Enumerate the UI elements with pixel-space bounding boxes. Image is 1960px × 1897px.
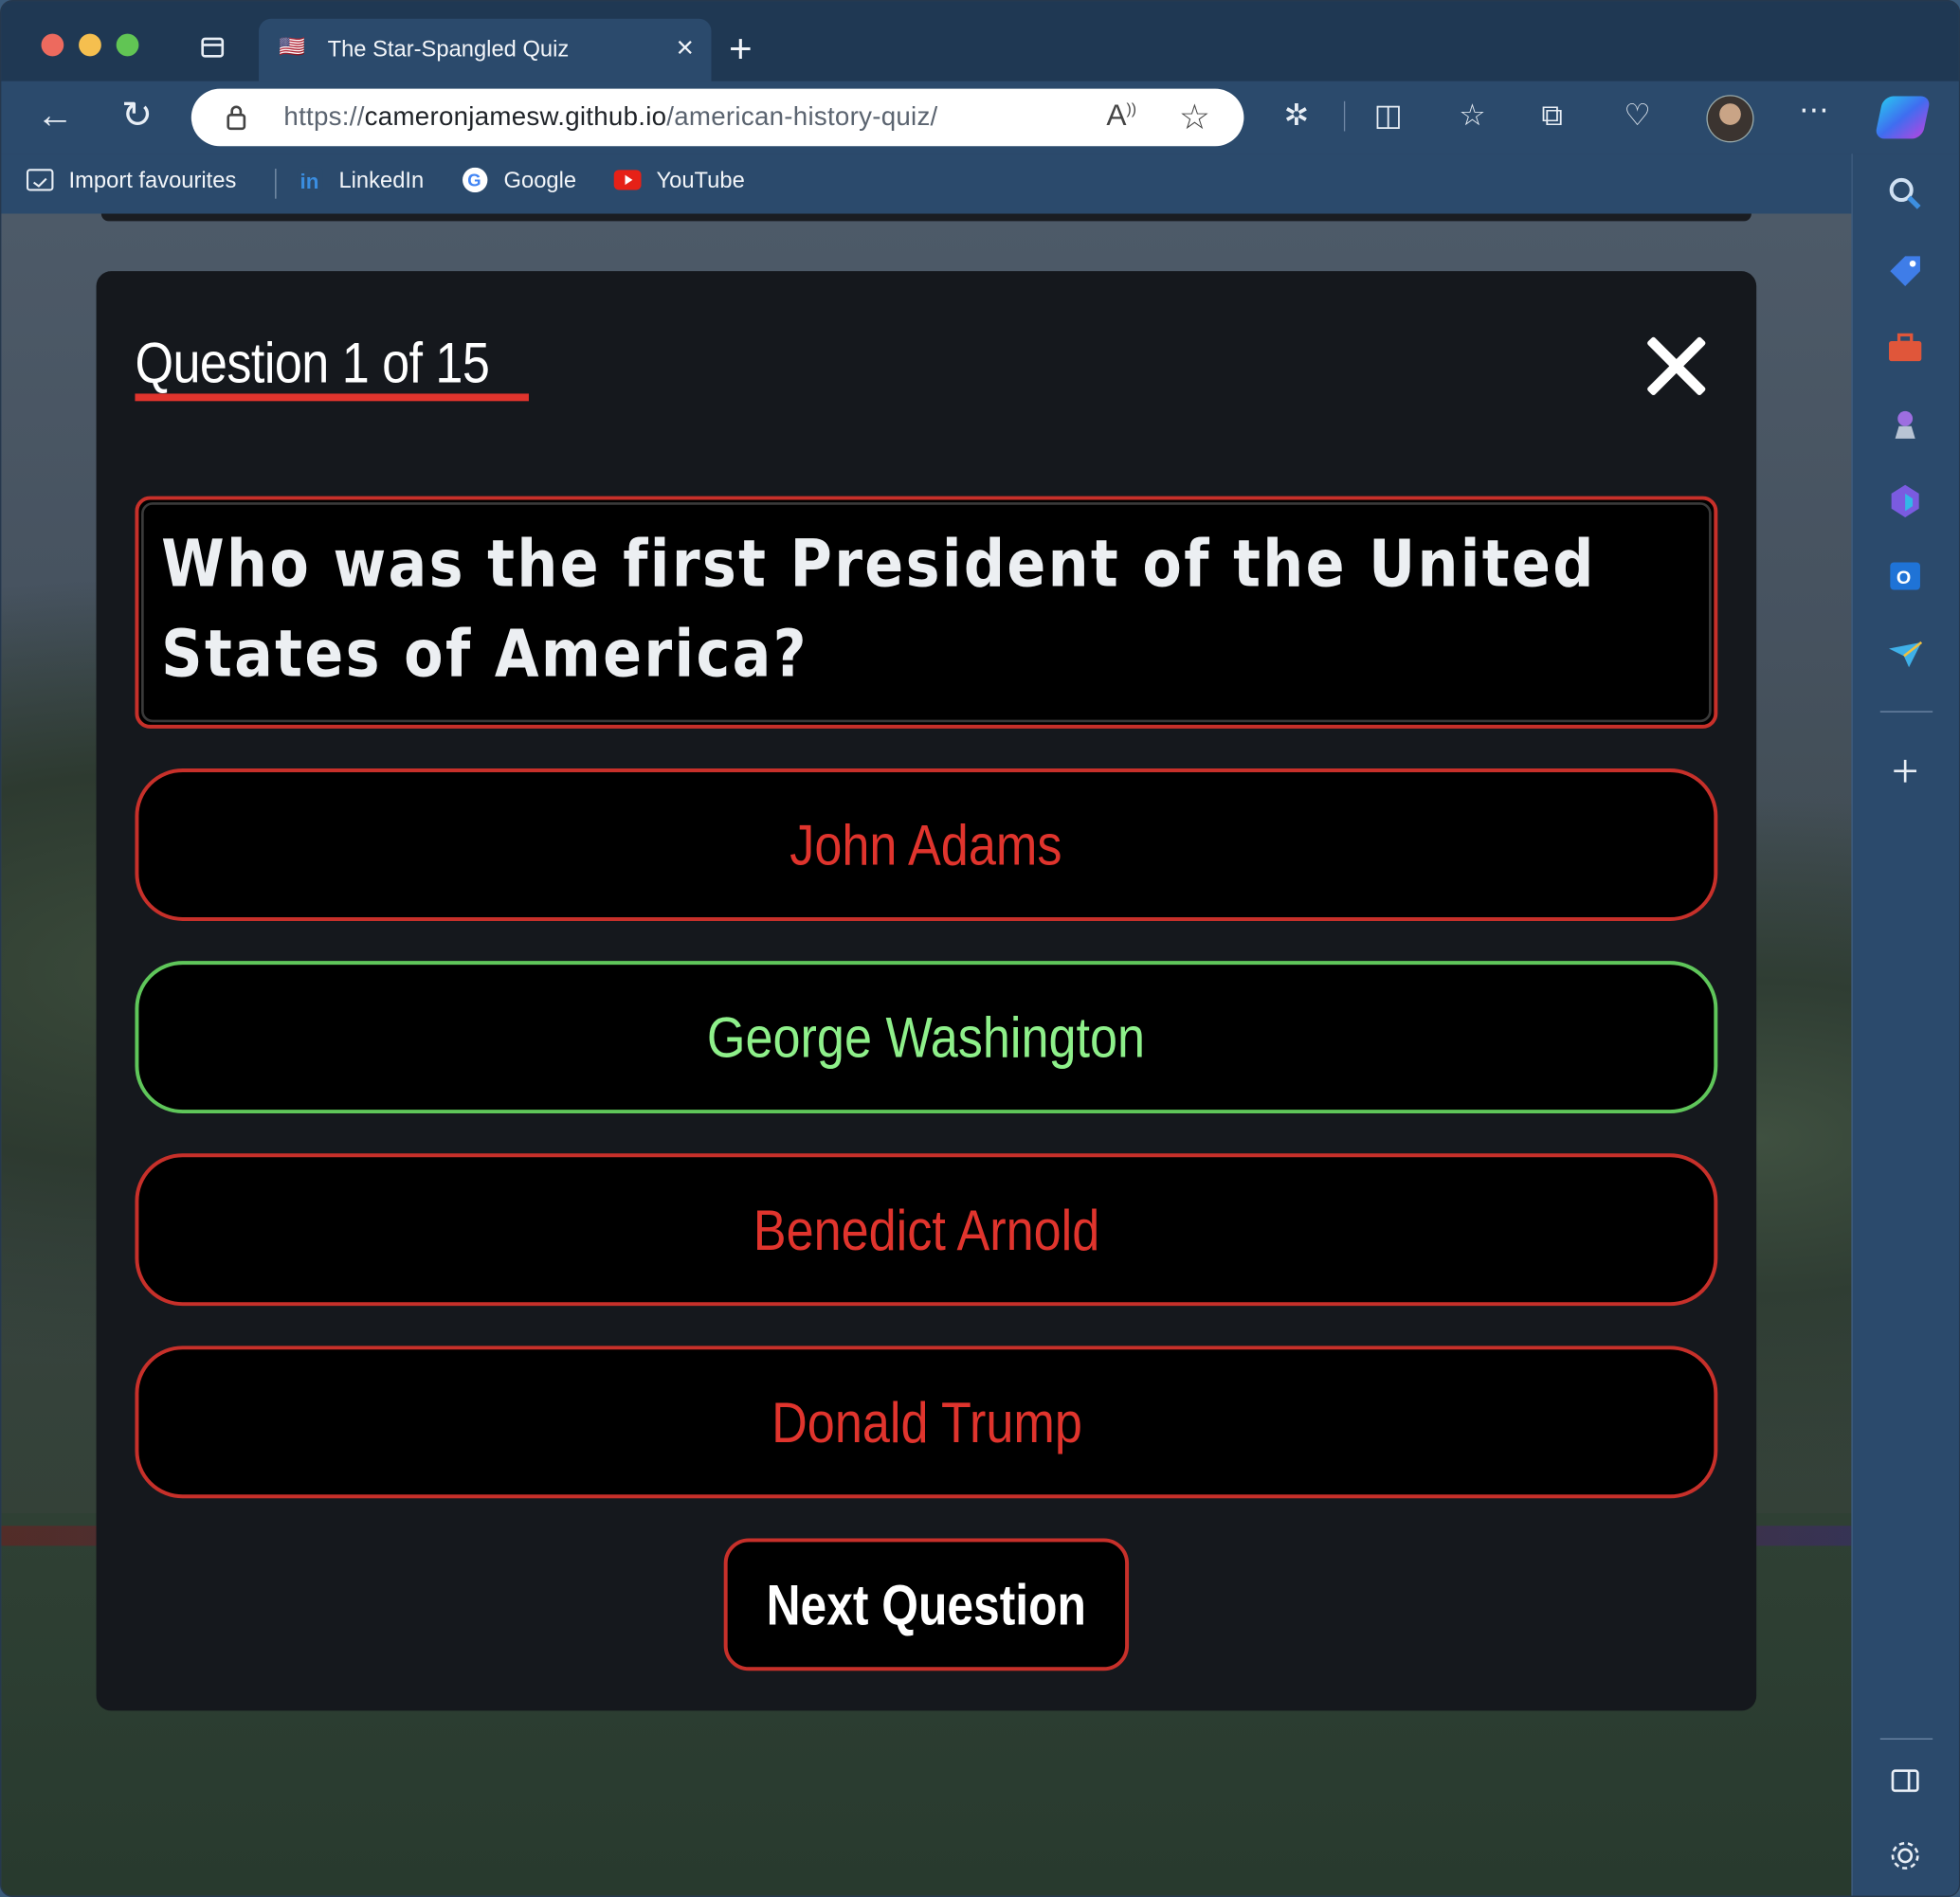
favourites-divider: [275, 169, 277, 199]
answer-button-2[interactable]: George Washington: [135, 961, 1718, 1114]
favourite-google[interactable]: G Google: [462, 166, 576, 193]
question-box: Who was the first President of the Unite…: [135, 496, 1718, 729]
answer-button-1[interactable]: John Adams: [135, 768, 1718, 921]
back-arrow-icon[interactable]: ←: [36, 97, 74, 136]
next-question-button[interactable]: Next Question: [723, 1538, 1130, 1671]
more-menu-icon[interactable]: ⋯: [1799, 94, 1829, 129]
sidebar-divider: [1879, 1738, 1933, 1740]
question-text: Who was the first President of the Unite…: [161, 527, 1596, 693]
tab-close-icon[interactable]: ×: [677, 31, 694, 66]
answer-label: John Adams: [789, 812, 1062, 877]
collections-icon[interactable]: ⧉: [1541, 99, 1563, 134]
svg-text:in: in: [300, 170, 319, 192]
favourite-linkedin[interactable]: in LinkedIn: [297, 166, 424, 193]
browser-window: 🇺🇸 The Star-Spangled Quiz × + ← ↻ https:…: [0, 0, 1960, 1897]
favourite-import[interactable]: Import favourites: [26, 166, 236, 193]
site-header-edge: [100, 213, 1751, 222]
split-screen-icon[interactable]: ◫: [1374, 99, 1403, 134]
lock-icon[interactable]: [227, 103, 246, 131]
microsoft-365-icon[interactable]: [1885, 481, 1925, 521]
svg-text:O: O: [1896, 568, 1911, 588]
favourites-bar: Import favourites in LinkedIn G Google You…: [1, 154, 1852, 214]
url-text[interactable]: https://cameronjamesw.github.io/american…: [283, 102, 937, 133]
tab-strip: 🇺🇸 The Star-Spangled Quiz × +: [1, 1, 1959, 81]
favourite-youtube[interactable]: YouTube: [613, 166, 745, 193]
copilot-icon[interactable]: [1874, 96, 1932, 139]
gear-icon[interactable]: [1885, 1835, 1925, 1875]
tab-title: The Star-Spangled Quiz: [327, 36, 570, 62]
import-icon: [26, 169, 54, 191]
tab-star-spangled-quiz[interactable]: 🇺🇸 The Star-Spangled Quiz ×: [259, 18, 712, 81]
browser-essentials-icon[interactable]: ♡: [1624, 99, 1650, 134]
minimize-window-button[interactable]: [79, 33, 101, 57]
question-counter: Question 1 of 15: [135, 330, 490, 395]
profile-avatar[interactable]: [1706, 95, 1754, 143]
address-bar[interactable]: https://cameronjamesw.github.io/american…: [191, 88, 1244, 147]
heading-underline: [135, 393, 529, 402]
answer-label: Benedict Arnold: [753, 1197, 1100, 1262]
page-viewport: Question 1 of 15 Who was the first Presi…: [1, 213, 1852, 1896]
sidebar-divider: [1879, 711, 1933, 713]
maximize-window-button[interactable]: [116, 33, 139, 57]
outlook-icon[interactable]: O: [1885, 556, 1925, 596]
refresh-icon[interactable]: ↻: [121, 97, 153, 136]
read-aloud-icon[interactable]: A)): [1106, 99, 1136, 134]
add-icon[interactable]: [1885, 751, 1925, 791]
favourite-star-icon[interactable]: ☆: [1179, 97, 1210, 138]
toolbar-divider: [1343, 100, 1346, 132]
youtube-icon: [613, 170, 642, 190]
extensions-icon[interactable]: ✲: [1284, 99, 1310, 134]
hide-sidebar-icon[interactable]: [1885, 1761, 1925, 1800]
linkedin-icon: in: [297, 167, 323, 193]
answer-label: Donald Trump: [771, 1389, 1082, 1455]
search-icon[interactable]: [1885, 173, 1925, 213]
quiz-modal: Question 1 of 15 Who was the first Presi…: [96, 271, 1757, 1711]
tools-icon[interactable]: [1885, 329, 1925, 369]
new-tab-button[interactable]: +: [729, 28, 753, 68]
answer-button-4[interactable]: Donald Trump: [135, 1346, 1718, 1499]
svg-text:G: G: [467, 171, 481, 190]
favourites-icon[interactable]: ☆: [1459, 99, 1485, 134]
next-question-label: Next Question: [766, 1572, 1087, 1637]
answer-button-3[interactable]: Benedict Arnold: [135, 1153, 1718, 1307]
google-icon: G: [463, 167, 488, 193]
shopping-tag-icon[interactable]: [1885, 251, 1925, 291]
close-window-button[interactable]: [41, 33, 64, 57]
answer-label: George Washington: [707, 1004, 1146, 1070]
browser-toolbar: ← ↻ https://cameronjamesw.github.io/amer…: [1, 81, 1959, 154]
games-icon[interactable]: [1885, 404, 1925, 443]
edge-sidebar: O: [1851, 154, 1959, 1896]
tab-actions-icon[interactable]: [201, 37, 225, 58]
drop-send-icon[interactable]: [1885, 634, 1925, 674]
us-flag-icon: 🇺🇸: [279, 34, 306, 59]
close-icon[interactable]: [1642, 331, 1712, 401]
